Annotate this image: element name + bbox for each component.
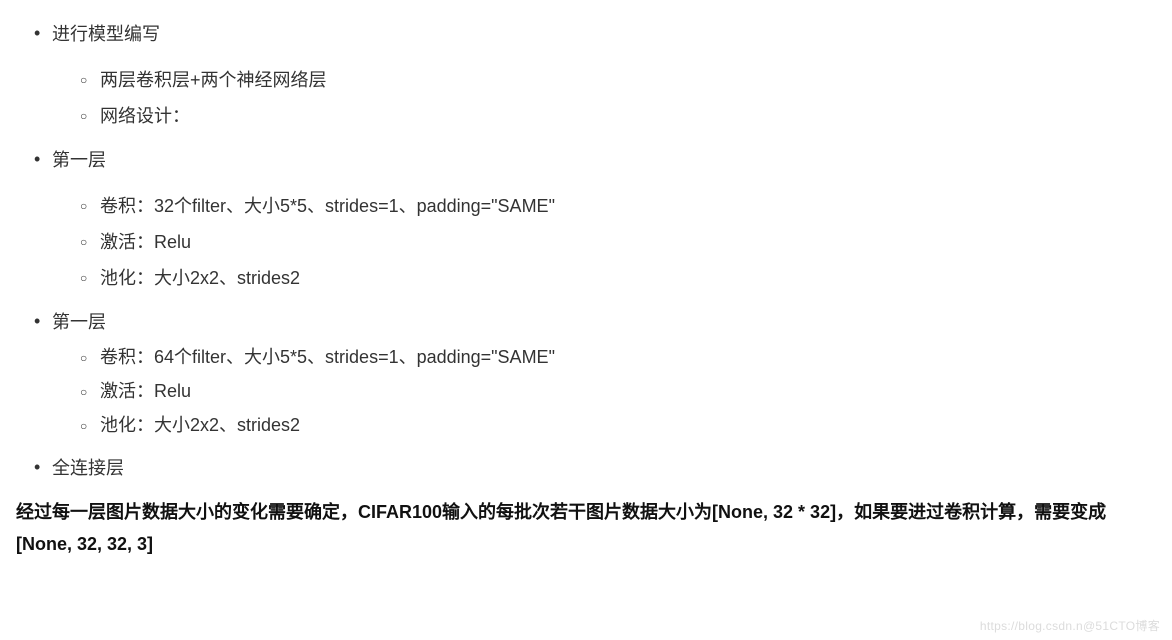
summary-paragraph: 经过每一层图片数据大小的变化需要确定，CIFAR100输入的每批次若干图片数据大… [16,496,1156,560]
outline-item-title: 第一层 [52,308,1156,336]
outline-item-title: 全连接层 [52,454,1156,482]
sublist-item: 卷积：64个filter、大小5*5、strides=1、padding="SA… [52,340,1156,374]
outline-item-layer1a: 第一层 卷积：32个filter、大小5*5、strides=1、padding… [16,146,1156,296]
sublist: 卷积：32个filter、大小5*5、strides=1、padding="SA… [52,188,1156,296]
outline-item-title: 第一层 [52,146,1156,174]
outline-item-layer1b: 第一层 卷积：64个filter、大小5*5、strides=1、padding… [16,308,1156,442]
outline-item-model-writing: 进行模型编写 两层卷积层+两个神经网络层 网络设计： [16,20,1156,134]
sublist-item: 激活：Relu [52,374,1156,408]
outline-item-title: 进行模型编写 [52,20,1156,48]
sublist-item: 池化：大小2x2、strides2 [52,408,1156,442]
outline-list: 进行模型编写 两层卷积层+两个神经网络层 网络设计： 第一层 卷积：32个fil… [16,20,1156,482]
sublist-item: 网络设计： [52,98,1156,134]
outline-item-fc-layer: 全连接层 [16,454,1156,482]
sublist-item: 池化：大小2x2、strides2 [52,260,1156,296]
watermark-text: https://blog.csdn.n@51CTO博客 [980,617,1160,634]
sublist-item: 卷积：32个filter、大小5*5、strides=1、padding="SA… [52,188,1156,224]
sublist: 两层卷积层+两个神经网络层 网络设计： [52,62,1156,134]
sublist-item: 激活：Relu [52,224,1156,260]
sublist-item: 两层卷积层+两个神经网络层 [52,62,1156,98]
sublist: 卷积：64个filter、大小5*5、strides=1、padding="SA… [52,340,1156,442]
